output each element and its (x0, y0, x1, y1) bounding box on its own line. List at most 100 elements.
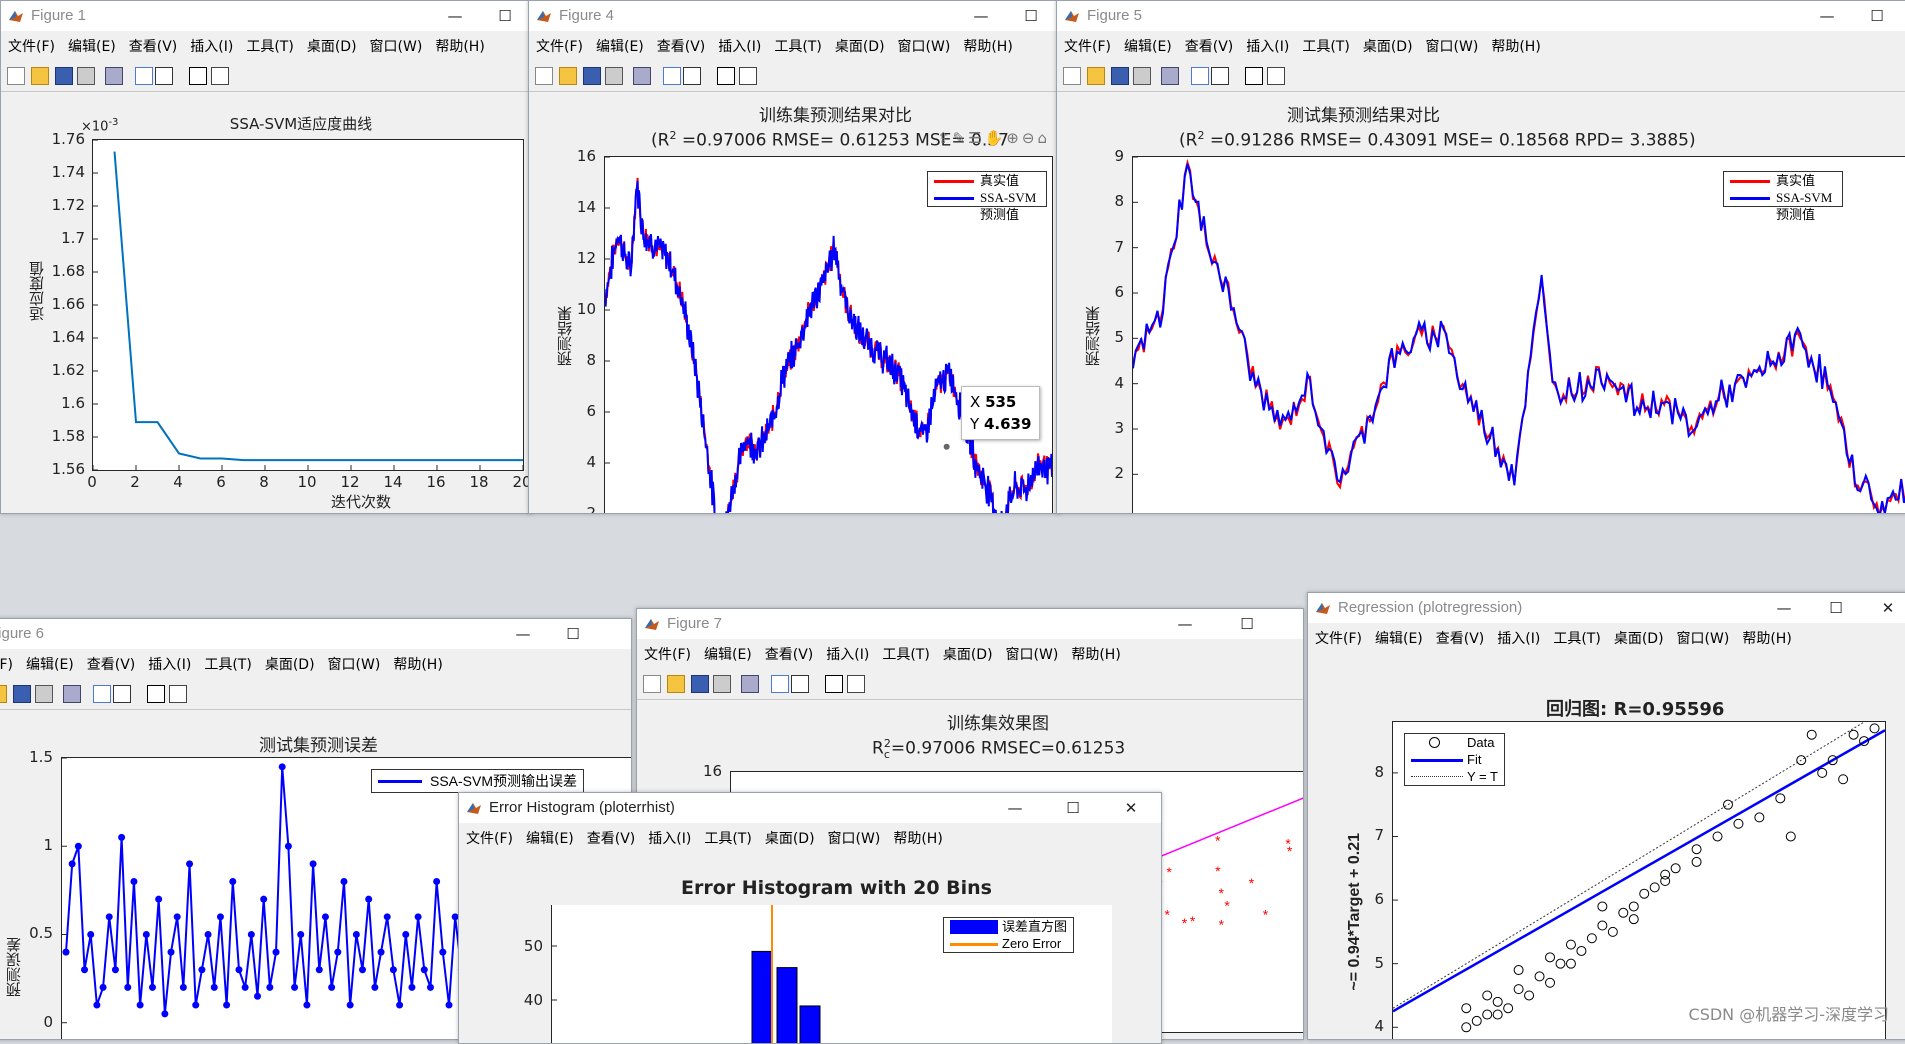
open-folder-icon[interactable] (667, 675, 685, 693)
property-editor-icon[interactable] (211, 67, 229, 85)
maximize-button[interactable]: ☐ (559, 623, 587, 645)
colorbar-icon[interactable] (771, 675, 789, 693)
menu-item-2[interactable]: 查看(V) (87, 653, 136, 677)
menu-item-7[interactable]: 帮助(H) (963, 35, 1012, 59)
menu-item-6[interactable]: 窗口(W) (1426, 35, 1479, 59)
menu-item-0[interactable]: 文件(F) (466, 827, 513, 851)
maximize-button[interactable]: ☐ (1822, 597, 1850, 619)
legend[interactable]: 误差直方图 Zero Error (943, 917, 1075, 953)
print-icon[interactable] (1133, 67, 1151, 85)
brush-icon[interactable]: ✎ (953, 129, 969, 147)
minimize-button[interactable]: — (967, 5, 995, 27)
fitness-axes[interactable] (92, 139, 524, 471)
legend-icon[interactable] (113, 685, 131, 703)
maximize-button[interactable]: ☐ (1017, 5, 1045, 27)
menu-item-5[interactable]: 桌面(D) (835, 35, 885, 59)
menu-item-4[interactable]: 工具(T) (882, 643, 929, 667)
menu-item-0[interactable]: 文件(F) (536, 35, 583, 59)
open-folder-icon[interactable] (0, 685, 7, 703)
minimize-button[interactable]: — (1770, 597, 1798, 619)
print-icon[interactable] (77, 67, 95, 85)
menu-item-7[interactable]: 帮助(H) (435, 35, 484, 59)
link-plot-icon[interactable] (633, 67, 651, 85)
menu-item-6[interactable]: 窗口(W) (328, 653, 381, 677)
menu-item-2[interactable]: 查看(V) (657, 35, 706, 59)
pointer-icon[interactable] (1245, 67, 1263, 85)
save-icon[interactable] (691, 675, 709, 693)
menu-item-1[interactable]: 编辑(E) (596, 35, 644, 59)
pointer-icon[interactable] (825, 675, 843, 693)
menu-item-3[interactable]: 插入(I) (718, 35, 761, 59)
menu-item-0[interactable]: 文件(F) (1315, 627, 1362, 651)
menu-item-0[interactable]: 文件(F) (0, 653, 13, 677)
open-folder-icon[interactable] (559, 67, 577, 85)
title-bar[interactable]: Figure 7 — ☐ (637, 609, 1303, 639)
menu-item-5[interactable]: 桌面(D) (307, 35, 357, 59)
menu-item-7[interactable]: 帮助(H) (1071, 643, 1120, 667)
menu-item-4[interactable]: 工具(T) (1553, 627, 1600, 651)
print-icon[interactable] (35, 685, 53, 703)
save-icon[interactable] (583, 67, 601, 85)
menu-item-3[interactable]: 插入(I) (1246, 35, 1289, 59)
zoom-out-icon[interactable]: ⊖ (1022, 129, 1038, 147)
minimize-button[interactable]: — (1171, 613, 1199, 635)
menu-item-7[interactable]: 帮助(H) (893, 827, 942, 851)
title-bar[interactable]: Figure 4 — ☐ (529, 1, 1059, 31)
new-file-icon[interactable] (643, 675, 661, 693)
menu-item-3[interactable]: 插入(I) (1497, 627, 1540, 651)
datatip[interactable]: X 535 Y 4.639 (961, 386, 1041, 440)
menu-item-2[interactable]: 查看(V) (1436, 627, 1485, 651)
menu-item-6[interactable]: 窗口(W) (828, 827, 881, 851)
menu-item-3[interactable]: 插入(I) (190, 35, 233, 59)
open-folder-icon[interactable] (31, 67, 49, 85)
menu-item-3[interactable]: 插入(I) (826, 643, 869, 667)
legend[interactable]: 真实值 SSA-SVM预测值 (927, 171, 1047, 222)
pointer-icon[interactable] (147, 685, 165, 703)
menu-item-5[interactable]: 桌面(D) (765, 827, 815, 851)
minimize-button[interactable]: — (441, 5, 469, 27)
save-icon[interactable] (55, 67, 73, 85)
maximize-button[interactable]: ☐ (1233, 613, 1261, 635)
pointer-icon[interactable] (717, 67, 735, 85)
link-plot-icon[interactable] (1161, 67, 1179, 85)
menu-item-5[interactable]: 桌面(D) (265, 653, 315, 677)
menu-item-6[interactable]: 窗口(W) (370, 35, 423, 59)
menu-item-5[interactable]: 桌面(D) (943, 643, 993, 667)
new-file-icon[interactable] (7, 67, 25, 85)
title-bar[interactable]: Error Histogram (ploterrhist) — ☐ ✕ (459, 793, 1161, 823)
minimize-button[interactable]: — (1813, 5, 1841, 27)
menu-item-3[interactable]: 插入(I) (148, 653, 191, 677)
menu-item-6[interactable]: 窗口(W) (1677, 627, 1730, 651)
menu-item-4[interactable]: 工具(T) (1302, 35, 1349, 59)
title-bar[interactable]: Figure 1 — ☐ (1, 1, 531, 31)
new-file-icon[interactable] (535, 67, 553, 85)
close-button[interactable]: ✕ (1117, 797, 1145, 819)
colorbar-icon[interactable] (1191, 67, 1209, 85)
menu-item-0[interactable]: 文件(F) (1064, 35, 1111, 59)
menu-item-1[interactable]: 编辑(E) (26, 653, 74, 677)
legend[interactable]: SSA-SVM预测输出误差 (371, 769, 585, 793)
menu-item-5[interactable]: 桌面(D) (1614, 627, 1664, 651)
menu-item-6[interactable]: 窗口(W) (898, 35, 951, 59)
menu-item-4[interactable]: 工具(T) (246, 35, 293, 59)
menu-item-2[interactable]: 查看(V) (129, 35, 178, 59)
save-icon[interactable] (13, 685, 31, 703)
menu-item-3[interactable]: 插入(I) (648, 827, 691, 851)
colorbar-icon[interactable] (135, 67, 153, 85)
property-editor-icon[interactable] (169, 685, 187, 703)
menu-item-0[interactable]: 文件(F) (8, 35, 55, 59)
property-editor-icon[interactable] (1267, 67, 1285, 85)
print-icon[interactable] (713, 675, 731, 693)
menu-item-2[interactable]: 查看(V) (765, 643, 814, 667)
menu-item-4[interactable]: 工具(T) (704, 827, 751, 851)
menu-item-2[interactable]: 查看(V) (587, 827, 636, 851)
print-icon[interactable] (605, 67, 623, 85)
zoom-in-icon[interactable]: ⊕ (1006, 129, 1022, 147)
export-icon[interactable]: ⇪ (937, 129, 953, 147)
minimize-button[interactable]: — (1001, 797, 1029, 819)
open-folder-icon[interactable] (1087, 67, 1105, 85)
legend[interactable]: Data Fit Y = T (1404, 733, 1505, 786)
title-bar[interactable]: Figure 5 — ☐ (1057, 1, 1905, 31)
maximize-button[interactable]: ☐ (491, 5, 519, 27)
menu-item-4[interactable]: 工具(T) (774, 35, 821, 59)
